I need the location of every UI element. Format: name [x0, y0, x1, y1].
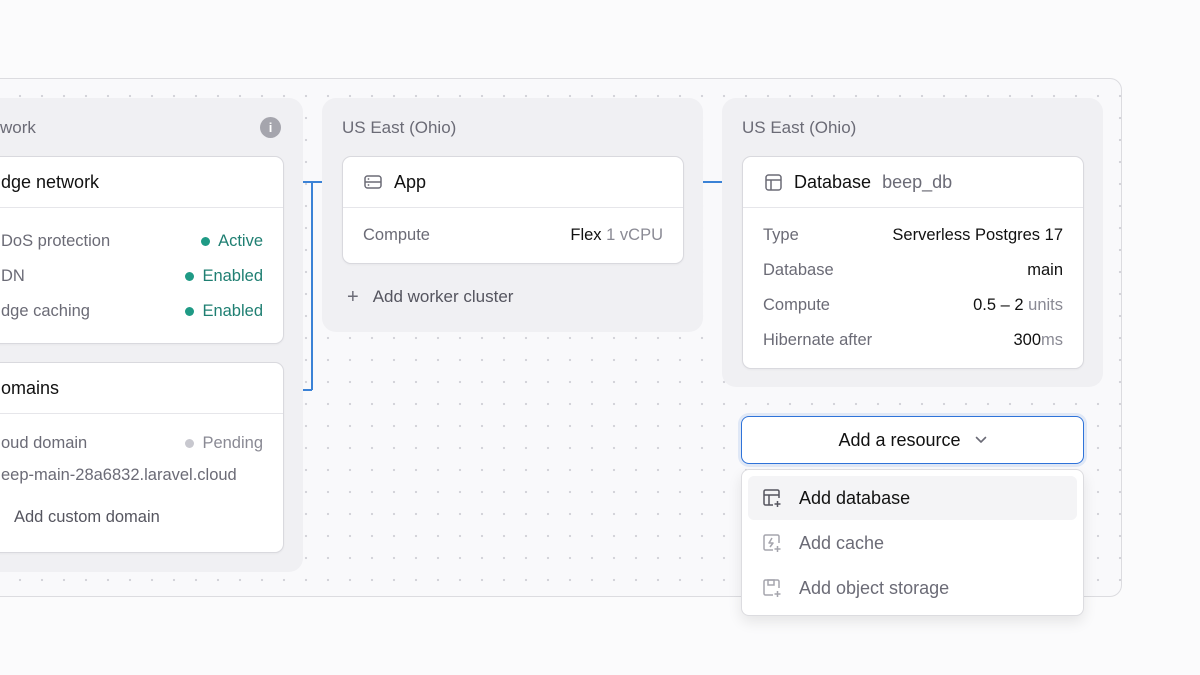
connector-line	[311, 181, 313, 390]
card-title: Database	[794, 171, 872, 192]
card-title: App	[394, 171, 427, 192]
chevron-down-icon	[975, 436, 987, 444]
cache-plus-icon	[762, 533, 782, 553]
region-title: work	[0, 118, 36, 137]
status-badge: Enabled	[185, 267, 263, 286]
database-name: beep_db	[882, 171, 953, 192]
region-title: US East (Ohio)	[342, 118, 457, 137]
database-plus-icon	[762, 488, 782, 508]
edge-row: DoS protection Active	[1, 232, 263, 251]
add-worker-cluster-button[interactable]: + Add worker cluster	[347, 287, 513, 307]
add-resource-menu: Add database Add cache Add object storag…	[741, 469, 1084, 616]
db-row: Database main	[763, 261, 1063, 279]
add-resource-button[interactable]: Add a resource	[741, 416, 1084, 464]
server-icon	[363, 172, 383, 192]
info-icon[interactable]: i	[260, 117, 281, 138]
status-badge: Active	[201, 232, 263, 251]
menu-item-add-database[interactable]: Add database	[748, 476, 1077, 520]
db-row: Type Serverless Postgres 17	[763, 226, 1063, 244]
storage-plus-icon	[762, 578, 782, 598]
table-icon	[763, 172, 783, 192]
menu-item-add-cache[interactable]: Add cache	[748, 521, 1077, 565]
edge-row: DN Enabled	[1, 267, 263, 286]
domain-value[interactable]: eep-main-28a6832.laravel.cloud	[1, 466, 263, 485]
status-badge: Pending	[185, 434, 263, 453]
compute-row: Compute Flex 1 vCPU	[363, 226, 663, 244]
database-card[interactable]: Database beep_db Type Serverless Postgres…	[742, 156, 1084, 369]
domain-row: oud domain Pending	[1, 434, 263, 453]
edge-row: dge caching Enabled	[1, 302, 263, 321]
db-row: Hibernate after 300ms	[763, 331, 1063, 349]
plus-icon: +	[347, 286, 359, 308]
menu-item-add-object-storage[interactable]: Add object storage	[748, 566, 1077, 610]
add-custom-domain-link[interactable]: Add custom domain	[14, 508, 263, 527]
app-card[interactable]: App Compute Flex 1 vCPU	[342, 156, 684, 264]
card-title: omains	[1, 377, 60, 398]
db-row: Compute 0.5 – 2 units	[763, 296, 1063, 314]
card-title: dge network	[1, 171, 100, 192]
edge-network-card[interactable]: dge network DoS protection Active DN Ena…	[0, 156, 284, 344]
region-title: US East (Ohio)	[742, 118, 857, 137]
domains-card[interactable]: omains oud domain Pending eep-main-28a68…	[0, 362, 284, 553]
status-badge: Enabled	[185, 302, 263, 321]
